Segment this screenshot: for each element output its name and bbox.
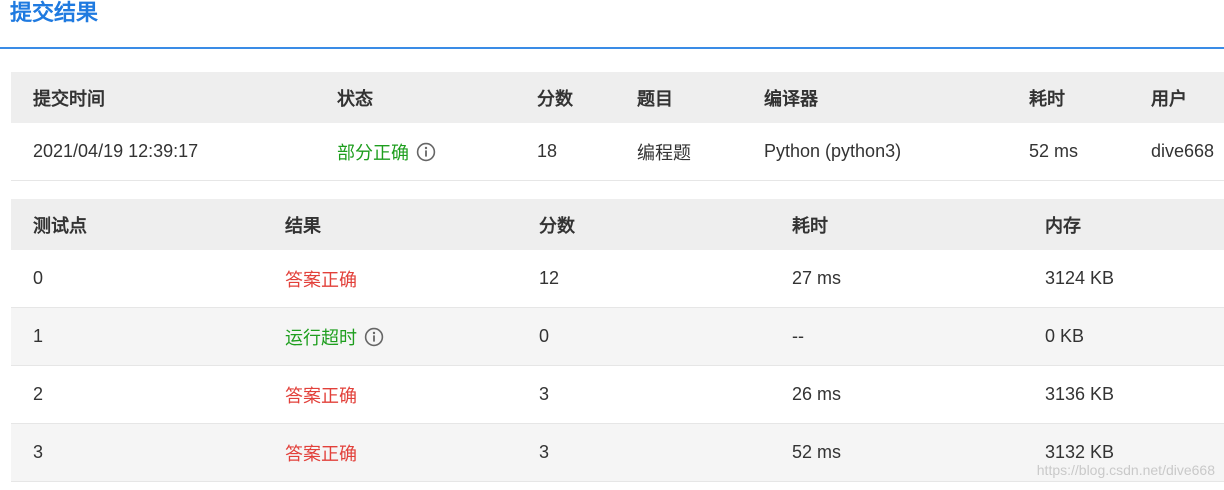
testcase-score: 3 [517,365,770,424]
info-circle-icon[interactable] [416,142,436,162]
testcase-score: 3 [517,423,770,482]
table-row: 0 答案正确 12 27 ms 3124 KB [11,250,1224,308]
testcase-time: -- [770,307,1023,366]
column-header-score: 分数 [517,199,770,250]
submission-table: 提交时间 状态 分数 题目 编译器 耗时 用户 2021/04/19 12:39… [11,72,1224,181]
testcase-result: 运行超时 [285,327,357,348]
testcase-id: 2 [11,365,263,424]
column-header-testcase: 测试点 [11,199,263,250]
submit-time: 2021/04/19 12:39:17 [11,123,315,181]
testcase-result: 答案正确 [263,423,517,482]
testcase-id: 3 [11,423,263,482]
column-header-score: 分数 [515,72,615,123]
column-header-user: 用户 [1129,72,1224,123]
column-header-elapsed: 耗时 [1007,72,1129,123]
testcase-time: 26 ms [770,365,1023,424]
status-wrapper: 部分正确 [337,139,436,165]
testcase-score: 0 [517,307,770,366]
watermark: https://blog.csdn.net/dive668 [1036,462,1215,478]
testcase-table: 测试点 结果 分数 耗时 内存 0 答案正确 12 27 ms 3124 KB … [11,199,1224,482]
result-wrapper: 运行超时 [285,324,384,350]
submission-header-row: 提交时间 状态 分数 题目 编译器 耗时 用户 [11,72,1224,123]
testcase-header-row: 测试点 结果 分数 耗时 内存 [11,199,1224,250]
problem-type: 编程题 [615,123,742,181]
page-title: 提交结果 [10,0,99,25]
column-header-compiler: 编译器 [742,72,1007,123]
testcase-id: 1 [11,307,263,366]
title-underline [0,47,1224,49]
column-header-result: 结果 [263,199,517,250]
testcase-score: 12 [517,250,770,308]
testcase-time: 52 ms [770,423,1023,482]
column-header-problem: 题目 [615,72,742,123]
score: 18 [515,123,615,181]
column-header-status: 状态 [315,72,515,123]
column-header-submit-time: 提交时间 [11,72,315,123]
testcase-memory: 3124 KB [1023,250,1224,308]
table-row: 2 答案正确 3 26 ms 3136 KB [11,365,1224,424]
testcase-memory: 0 KB [1023,307,1224,366]
username: dive668 [1129,123,1224,181]
testcase-memory: 3136 KB [1023,365,1224,424]
testcase-result: 答案正确 [263,365,517,424]
testcase-result-cell: 运行超时 [263,307,517,366]
status-label: 部分正确 [337,142,409,163]
submission-row: 2021/04/19 12:39:17 部分正确 18 编程题 Python (… [11,123,1224,181]
column-header-time: 耗时 [770,199,1023,250]
status-cell: 部分正确 [315,123,515,181]
table-row: 1 运行超时 0 -- 0 KB [11,307,1224,366]
testcase-time: 27 ms [770,250,1023,308]
info-circle-icon[interactable] [364,327,384,347]
testcase-id: 0 [11,250,263,308]
testcase-result: 答案正确 [263,250,517,308]
column-header-memory: 内存 [1023,199,1224,250]
elapsed-time: 52 ms [1007,123,1129,181]
compiler: Python (python3) [742,123,1007,181]
